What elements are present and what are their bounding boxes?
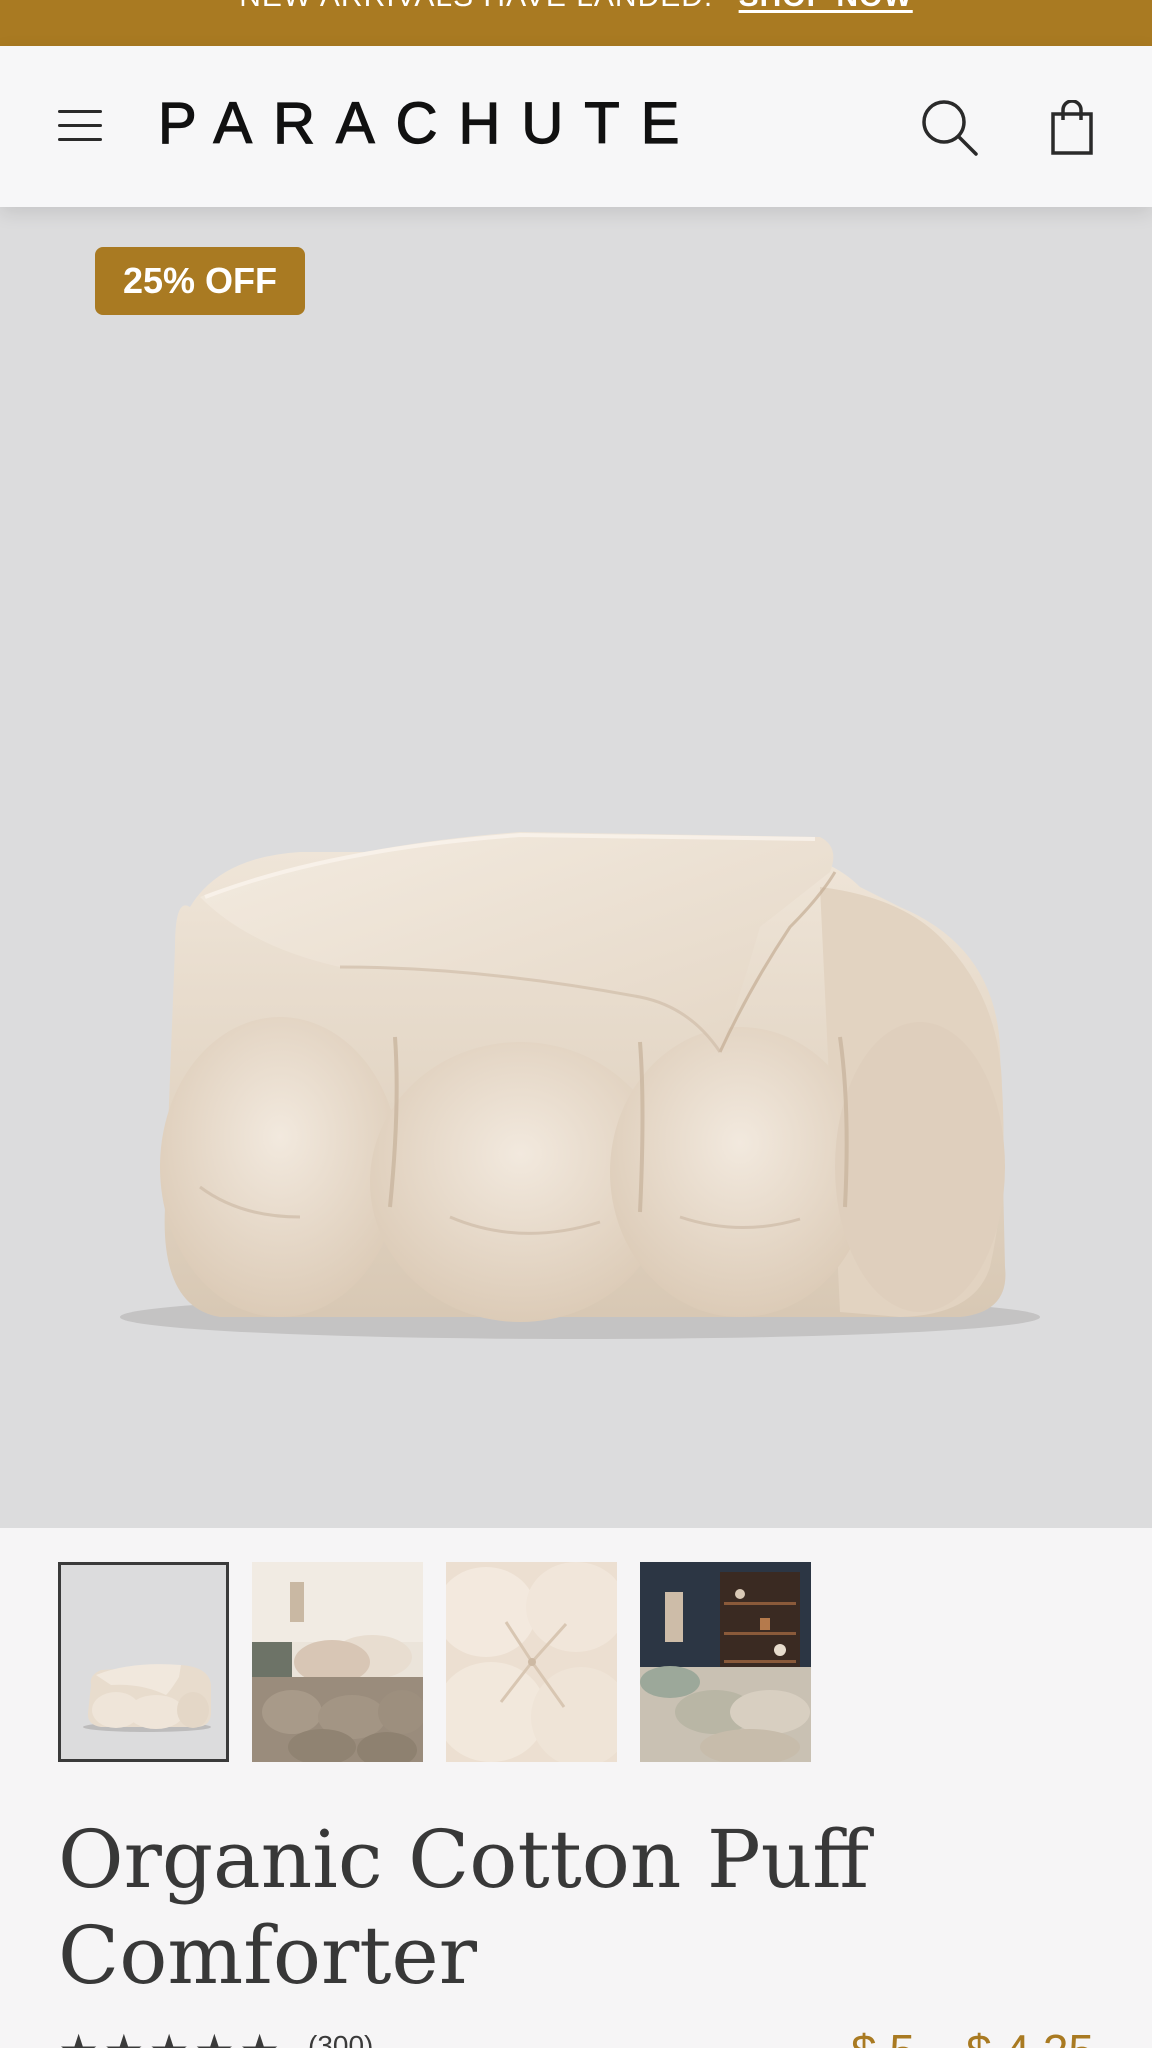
star-rating-icon[interactable]: ★★★★★ bbox=[58, 2028, 284, 2048]
shopping-bag-icon bbox=[1051, 99, 1093, 155]
thumbnail-4[interactable] bbox=[640, 1562, 811, 1762]
search-icon bbox=[922, 100, 978, 156]
shop-now-link[interactable]: SHOP NOW bbox=[739, 0, 913, 13]
thumbnail-styled-room-image bbox=[640, 1562, 811, 1762]
thumbnail-bedroom-image bbox=[252, 1562, 423, 1762]
comforter-image bbox=[120, 832, 1040, 1339]
announcement-text: NEW ARRIVALS HAVE LANDED. bbox=[239, 0, 713, 13]
product-hero-image[interactable]: 25% OFF bbox=[0, 207, 1152, 1528]
review-count[interactable]: (300) bbox=[308, 2030, 373, 2048]
thumbnail-product-image bbox=[61, 1565, 226, 1759]
product-page: NEW ARRIVALS HAVE LANDED. SHOP NOW PARAC… bbox=[0, 0, 1152, 2048]
cart-button[interactable] bbox=[1050, 99, 1094, 156]
thumbnail-3[interactable] bbox=[446, 1562, 617, 1762]
price-range: $ 5 – $ 4.25 bbox=[851, 2028, 1094, 2048]
announcement-bar: NEW ARRIVALS HAVE LANDED. SHOP NOW bbox=[0, 0, 1152, 46]
menu-button[interactable] bbox=[56, 106, 104, 146]
logo[interactable]: PARACHUTE bbox=[157, 91, 700, 156]
discount-badge: 25% OFF bbox=[95, 247, 305, 315]
site-header: PARACHUTE bbox=[0, 46, 1152, 207]
thumbnail-2[interactable] bbox=[252, 1562, 423, 1762]
search-button[interactable] bbox=[918, 96, 982, 160]
product-title: Organic Cotton Puff Comforter bbox=[58, 1813, 870, 2002]
thumbnail-closeup-image bbox=[446, 1562, 617, 1762]
rating-price-row: ★★★★★ (300) $ 5 – $ 4.25 bbox=[58, 2028, 1118, 2048]
thumbnail-1[interactable] bbox=[58, 1562, 229, 1762]
